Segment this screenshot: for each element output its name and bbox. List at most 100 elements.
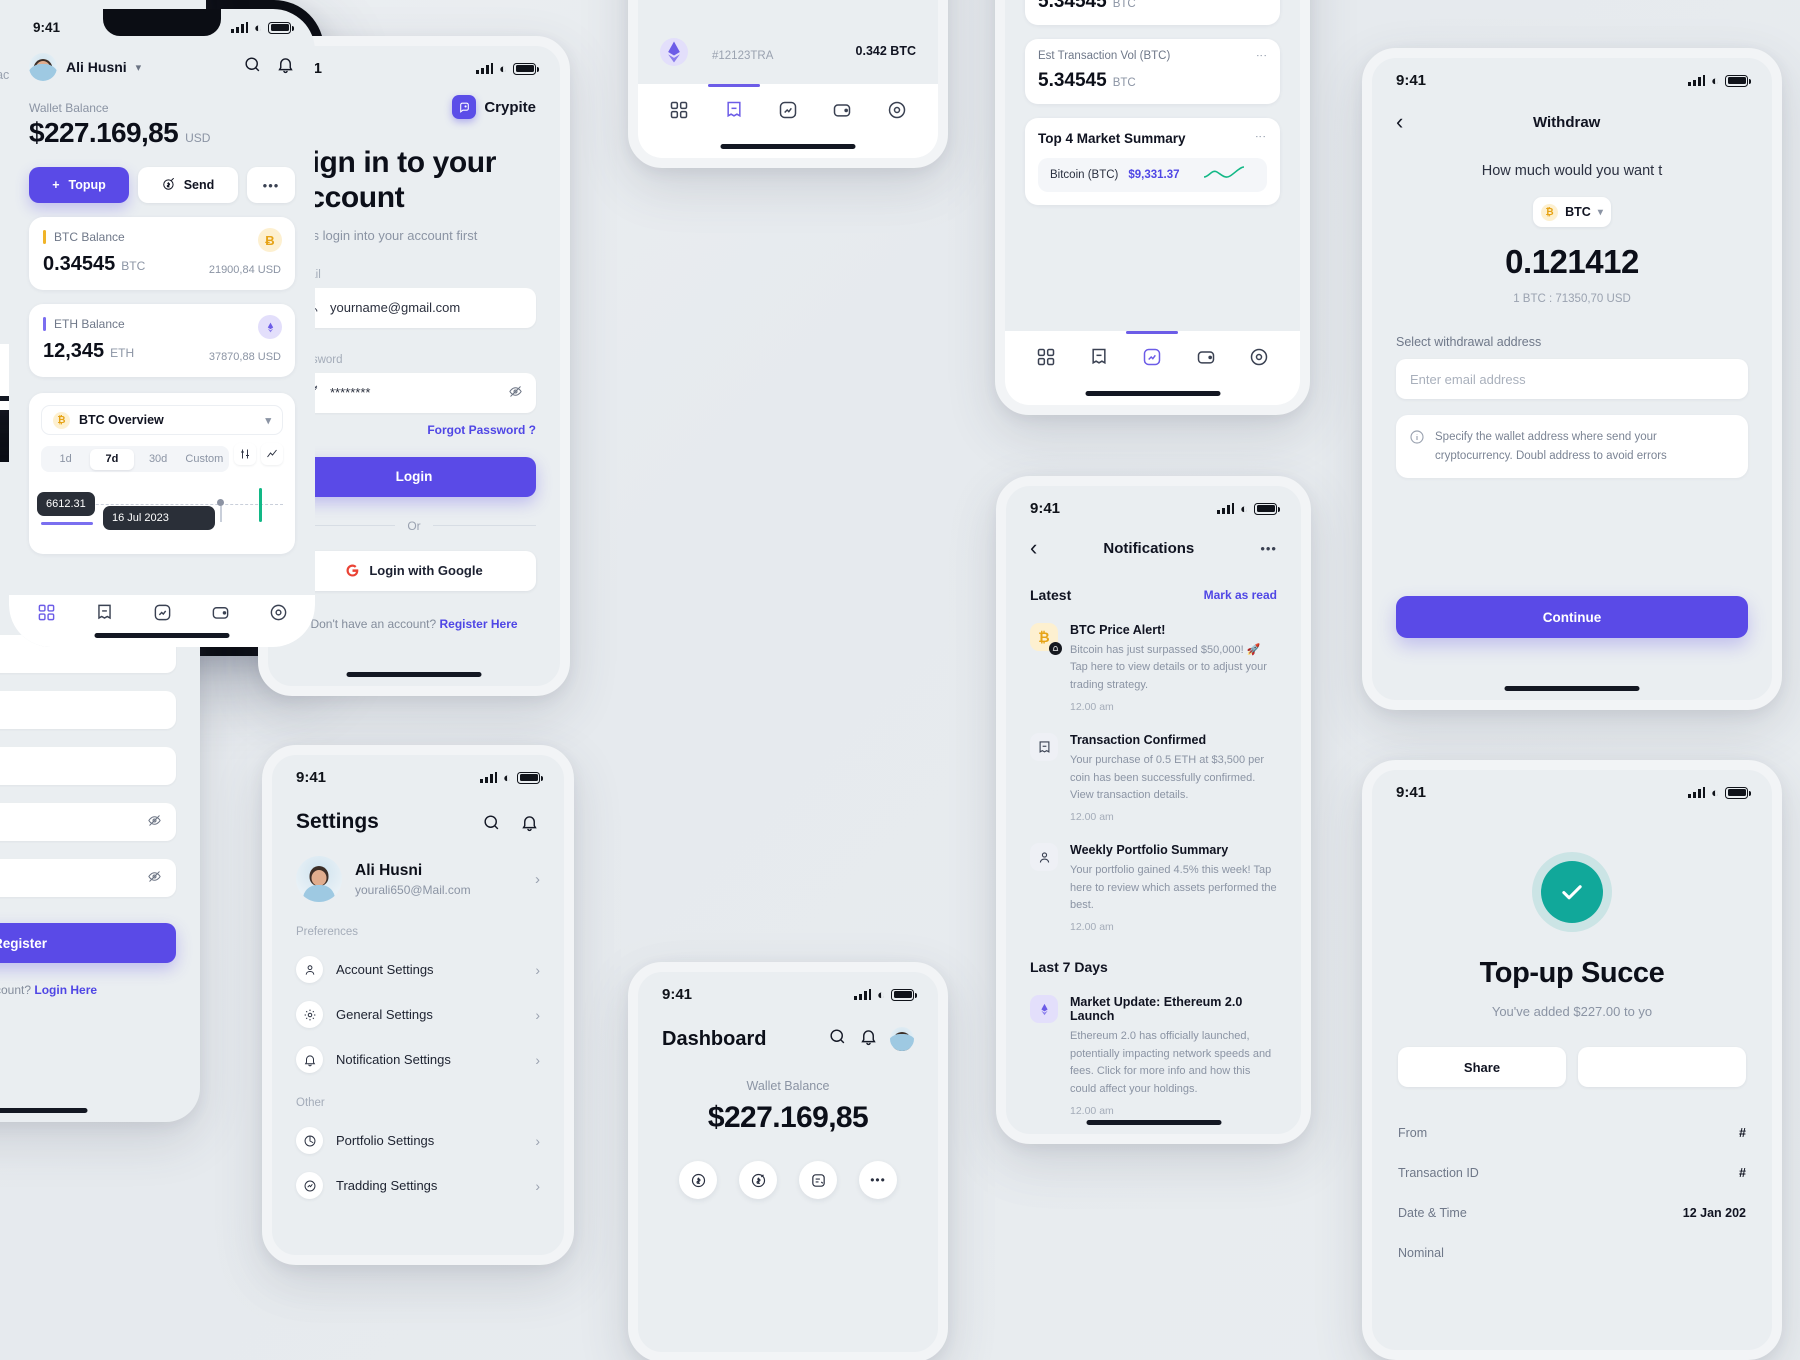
sidebar-item-tradding-settings[interactable]: Tradding Settings › (272, 1172, 564, 1199)
grid-tab-icon[interactable] (669, 100, 689, 125)
sidebar-item-general-settings[interactable]: General Settings › (272, 1001, 564, 1028)
chart-tab-icon[interactable] (153, 603, 172, 627)
detail-key: Date & Time (1398, 1206, 1467, 1220)
settings-tab-icon[interactable] (887, 100, 907, 125)
bottom-tabbar[interactable] (9, 595, 315, 647)
notification-time: 12.00 am (1070, 811, 1114, 824)
email-field[interactable]: mail.com (0, 691, 176, 729)
grid-tab-icon[interactable] (1036, 347, 1056, 372)
withdraw-amount[interactable]: 0.121412 (1372, 243, 1772, 281)
login-button[interactable]: Login (292, 456, 536, 497)
balance-value: 12,345 (43, 340, 105, 362)
range-30d[interactable]: 30d (136, 449, 180, 470)
confirm-password-field[interactable] (0, 859, 176, 897)
eth-balance-card[interactable]: ETH Balance 12,345 ETH 37870,88 USD (29, 304, 295, 377)
search-icon[interactable] (480, 811, 502, 833)
password-input[interactable]: ******** (292, 372, 536, 413)
sidebar-item-account-settings[interactable]: Account Settings › (272, 956, 564, 983)
chevron-down-icon[interactable]: ▾ (136, 61, 142, 74)
range-7d[interactable]: 7d (89, 448, 134, 470)
receipt-tab-icon[interactable] (95, 603, 114, 627)
divider-line (432, 525, 536, 527)
statistics-screen: 250 Total Output Volume (BTC) ⋮ 5.34545B… (995, 0, 1310, 415)
receipt-tab-icon[interactable] (707, 84, 760, 125)
status-bar: 9:41 ◐ (1372, 58, 1772, 91)
search-icon[interactable] (243, 55, 262, 79)
more-action-icon[interactable]: ••• (859, 1161, 897, 1199)
send-action-icon[interactable] (739, 1161, 777, 1199)
phone-field[interactable]: 3-232 (0, 747, 176, 785)
more-icon[interactable]: ⋮ (1255, 50, 1268, 60)
bell-icon[interactable] (859, 1027, 878, 1051)
exchange-rate: 1 BTC : 71350,70 USD (1513, 293, 1631, 305)
google-login-button[interactable]: Login with Google (292, 550, 536, 591)
coin-selector[interactable]: ₿ BTC ▾ (1533, 197, 1611, 227)
back-icon[interactable]: ‹ (1030, 537, 1037, 559)
more-actions-button[interactable]: ••• (247, 167, 295, 203)
avatar (296, 856, 342, 902)
wallet-tab-icon[interactable] (1196, 347, 1216, 372)
bell-icon[interactable] (276, 55, 295, 79)
notification-item[interactable]: ₿ BTC Price Alert! Bitcoin has just surp… (1006, 623, 1301, 713)
send-label: Send (183, 178, 215, 192)
email-input[interactable]: yourname@gmail.com (292, 287, 536, 328)
secondary-button[interactable] (1578, 1047, 1746, 1087)
grid-tab-icon[interactable] (37, 603, 56, 627)
price-chart[interactable]: 6612.31 16 Jul 2023 (37, 482, 283, 542)
wallet-tab-icon[interactable] (211, 603, 230, 627)
market-row-bitcoin[interactable]: Bitcoin (BTC) $9,331.37 (1038, 158, 1267, 192)
settings-tab-icon[interactable] (1249, 347, 1269, 372)
mark-as-read-button[interactable]: Mark as read (1204, 588, 1277, 602)
user-row[interactable]: Ali Husni ▾ (9, 35, 315, 81)
eye-off-icon[interactable] (147, 869, 162, 887)
settings-sliders-icon[interactable] (234, 442, 256, 465)
notification-item[interactable]: Market Update: Ethereum 2.0 Launch Ether… (1006, 995, 1301, 1117)
notification-item[interactable]: Transaction Confirmed Your purchase of 0… (1006, 733, 1301, 823)
search-icon[interactable] (828, 1027, 847, 1051)
sidebar-item-notification-settings[interactable]: Notification Settings › (272, 1046, 564, 1073)
more-icon[interactable]: ⋮ (1254, 131, 1267, 141)
settings-tab-icon[interactable] (269, 603, 288, 627)
overview-coin-select[interactable]: ₿ BTC Overview ▾ (41, 405, 283, 435)
more-icon[interactable]: ••• (1260, 541, 1277, 556)
history-action-icon[interactable] (799, 1161, 837, 1199)
avatar[interactable] (890, 1027, 914, 1051)
register-button[interactable]: Register (0, 923, 176, 963)
register-here-link[interactable]: Register Here (440, 617, 518, 631)
phone-notch (103, 9, 221, 36)
notification-item[interactable]: Transaction Confirmed Your purchase of 0… (1006, 1137, 1301, 1144)
chart-tab-icon[interactable] (778, 100, 798, 125)
btc-balance-card[interactable]: BTC Balance Ƀ 0.34545 BTC 21900,84 USD (29, 217, 295, 290)
status-bar: 9:41 ◐ (1372, 770, 1772, 803)
wallet-balance-label: Wallet Balance (746, 1079, 830, 1093)
chart-series-bar (41, 522, 93, 525)
range-1d[interactable]: 1d (44, 449, 88, 470)
password-field[interactable] (0, 803, 176, 841)
profile-row[interactable]: Ali Husni yourali650@Mail.com › (272, 834, 564, 902)
login-here-link[interactable]: Login Here (34, 983, 97, 997)
bell-icon[interactable] (518, 811, 540, 833)
avatar[interactable] (29, 53, 57, 81)
share-button[interactable]: Share (1398, 1047, 1566, 1087)
detail-value: 12 Jan 202 (1682, 1206, 1746, 1220)
chart-type-icon[interactable] (261, 442, 283, 465)
send-button[interactable]: Send (138, 167, 238, 203)
back-icon[interactable]: ‹ (1396, 111, 1403, 133)
withdraw-navbar: ‹ Withdraw (1372, 91, 1772, 133)
receipt-tab-icon[interactable] (1089, 347, 1109, 372)
list-item[interactable]: #12123TRA 0.342 BTC (638, 38, 938, 68)
eye-off-icon[interactable] (147, 813, 162, 831)
topup-action-icon[interactable] (679, 1161, 717, 1199)
wifi-icon: ◐ (1711, 785, 1719, 800)
eye-off-icon[interactable] (508, 384, 523, 402)
withdraw-address-input[interactable]: Enter email address (1396, 359, 1748, 399)
chevron-right-icon: › (535, 1132, 540, 1149)
wallet-tab-icon[interactable] (832, 100, 852, 125)
range-custom[interactable]: Custom (182, 449, 226, 470)
chart-tab-icon[interactable] (1126, 331, 1179, 372)
hero-phone: 9:41 ◐ Ali Husni ▾ Wallet Balance $227.1… (0, 0, 324, 656)
sidebar-item-portfolio-settings[interactable]: Portfolio Settings › (272, 1127, 564, 1154)
topup-button[interactable]: + Topup (29, 167, 129, 203)
continue-button[interactable]: Continue (1396, 596, 1748, 638)
notification-item[interactable]: Weekly Portfolio Summary Your portfolio … (1006, 843, 1301, 933)
